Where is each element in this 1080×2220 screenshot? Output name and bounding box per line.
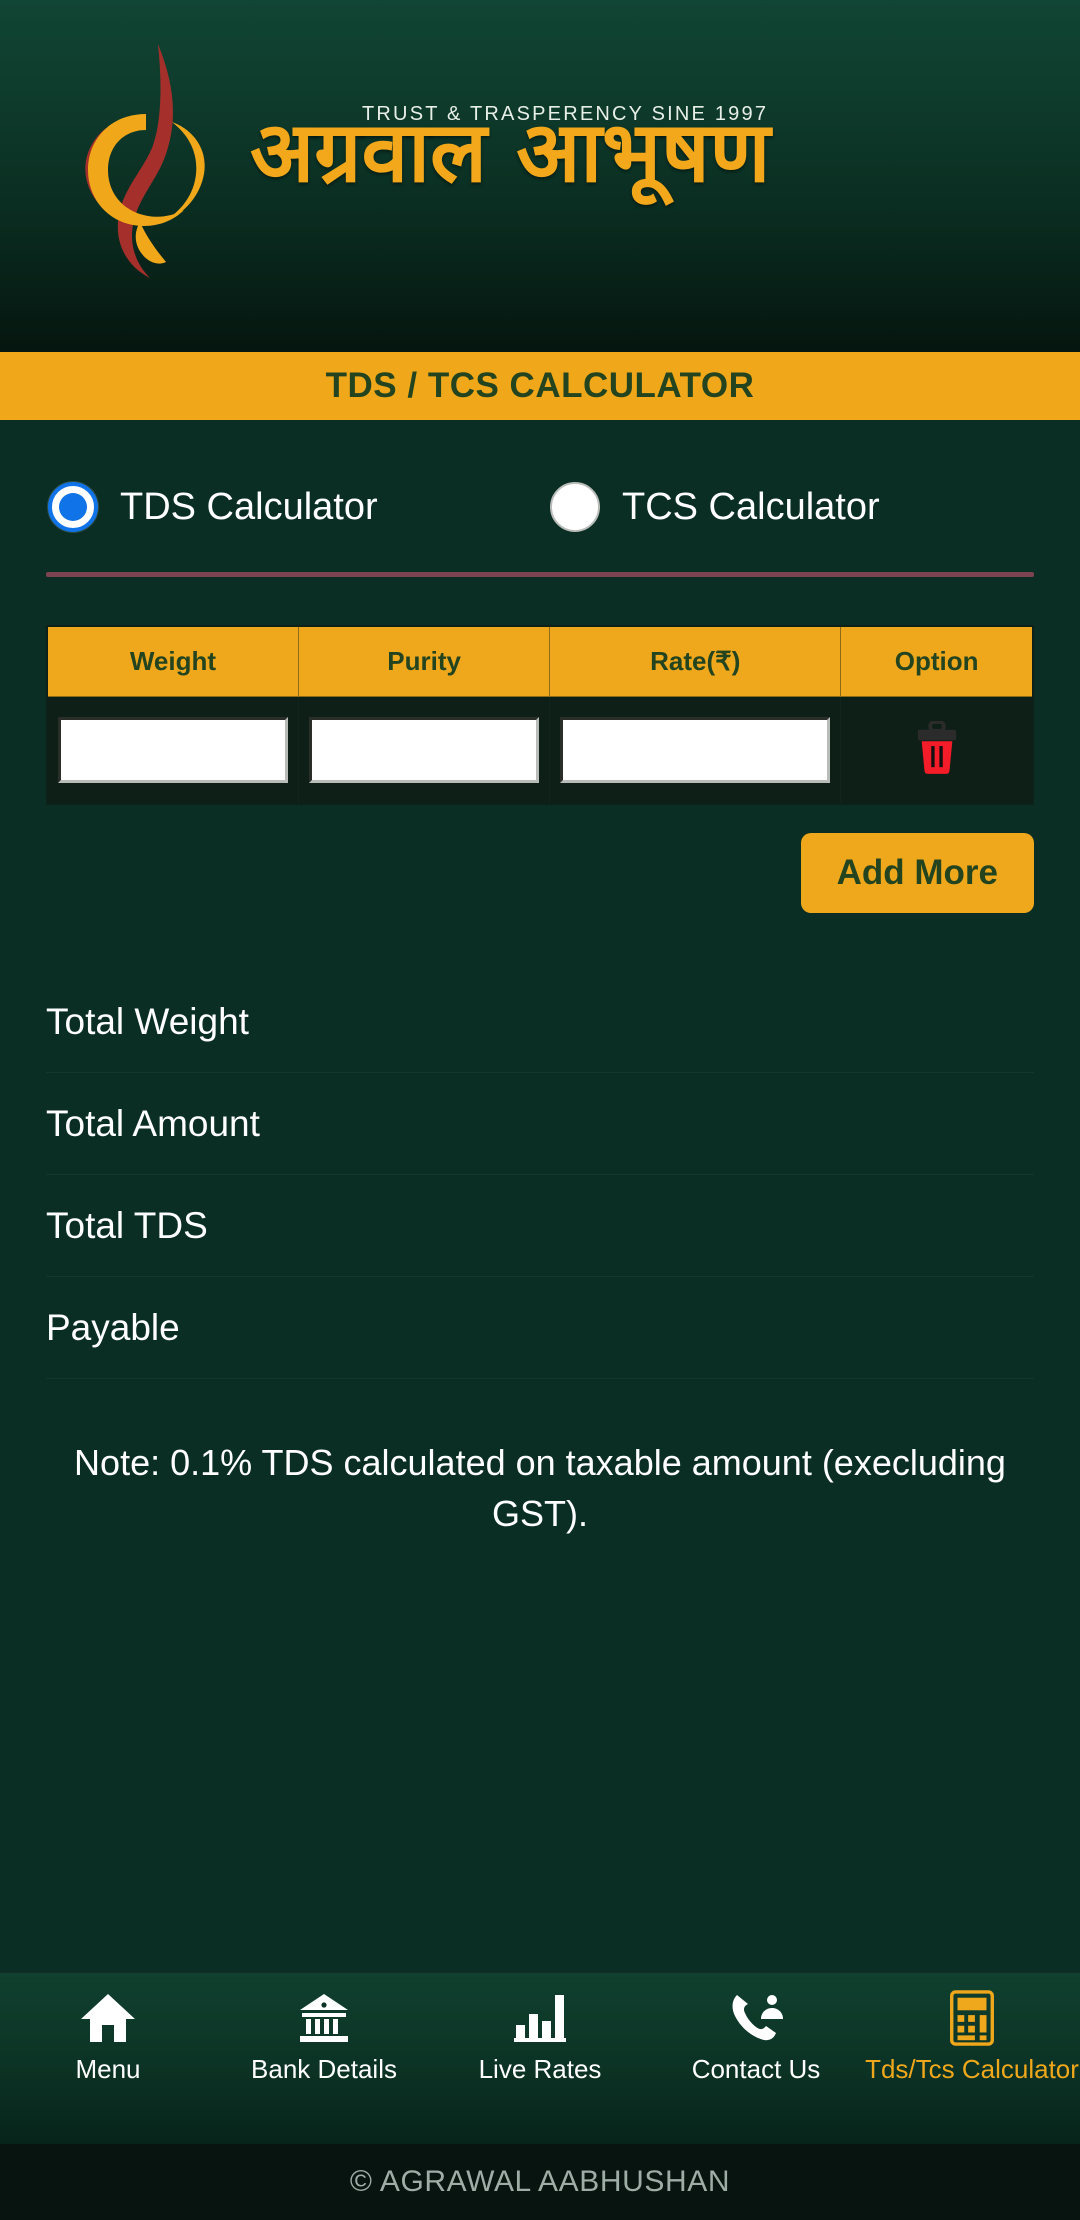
nav-item-live-rates[interactable]: Live Rates: [432, 1989, 648, 2084]
radio-tcs-indicator[interactable]: [550, 482, 600, 532]
app-root: TRUST & TRASPERENCY SINE 1997 अग्रवाल आभ…: [0, 0, 1080, 2220]
nav-item-contact-us[interactable]: Contact Us: [648, 1989, 864, 2084]
nav-label-bank-details: Bank Details: [251, 2054, 397, 2084]
page-title-bar: TDS / TCS CALCULATOR: [0, 352, 1080, 420]
footer-copyright: © AGRAWAL AABHUSHAN: [349, 2165, 731, 2198]
footer-bar: © AGRAWAL AABHUSHAN: [0, 2144, 1080, 2220]
nav-label-contact-us: Contact Us: [691, 2054, 821, 2084]
main-content: TDS Calculator TCS Calculator Weight Pur…: [0, 420, 1080, 1972]
cell-purity: [297, 695, 551, 805]
tds-note: Note: 0.1% TDS calculated on taxable amo…: [74, 1442, 1006, 1535]
total-row-amount: Total Amount: [46, 1073, 1034, 1175]
calculator-icon: [947, 1989, 997, 2047]
weight-input[interactable]: [58, 716, 288, 783]
column-header-option: Option: [840, 625, 1034, 697]
total-row-weight: Total Weight: [46, 971, 1034, 1073]
brand-name-hindi: अग्रवाल आभूषण: [250, 103, 771, 201]
payable-label: Payable: [46, 1306, 180, 1348]
cell-option: [840, 695, 1034, 805]
bank-icon: [296, 1989, 352, 2047]
total-row-tds: Total TDS: [46, 1175, 1034, 1277]
trash-icon: [914, 720, 960, 778]
radio-option-tcs[interactable]: TCS Calculator: [540, 482, 1034, 532]
add-more-row: Add More: [46, 833, 1034, 913]
totals-section: Total Weight Total Amount Total TDS Paya…: [46, 971, 1034, 1379]
header-banner: TRUST & TRASPERENCY SINE 1997 अग्रवाल आभ…: [0, 0, 1080, 352]
brand-lockup: TRUST & TRASPERENCY SINE 1997 अग्रवाल आभ…: [250, 62, 970, 252]
total-amount-label: Total Amount: [46, 1102, 260, 1144]
table-body: [46, 695, 1034, 805]
nav-item-tds-tcs-calculator[interactable]: Tds/Tcs Calculator: [864, 1989, 1080, 2084]
nav-label-menu: Menu: [75, 2054, 141, 2084]
radio-tds-label: TDS Calculator: [120, 485, 378, 528]
table-header-row: Weight Purity Rate(₹) Option: [46, 625, 1034, 697]
cell-rate: [549, 695, 842, 805]
total-row-payable: Payable: [46, 1277, 1034, 1379]
nav-label-tds-tcs-calculator: Tds/Tcs Calculator: [865, 2054, 1079, 2084]
home-icon: [80, 1989, 136, 2047]
calculation-table: Weight Purity Rate(₹) Option: [46, 625, 1034, 805]
column-header-purity: Purity: [297, 625, 551, 697]
radio-tds-indicator[interactable]: [48, 482, 98, 532]
calculator-type-group: TDS Calculator TCS Calculator: [46, 420, 1034, 532]
bottom-navigation: Menu Bank Details Live Rates Contact Us …: [0, 1972, 1080, 2144]
delete-row-button[interactable]: [902, 710, 972, 790]
nav-item-menu[interactable]: Menu: [0, 1989, 216, 2084]
column-header-rate: Rate(₹): [549, 625, 842, 697]
rate-input[interactable]: [560, 716, 831, 783]
column-header-weight: Weight: [46, 625, 299, 697]
bar-chart-icon: [512, 1989, 568, 2047]
add-more-button[interactable]: Add More: [800, 833, 1034, 913]
table-header: Weight Purity Rate(₹) Option: [46, 625, 1034, 697]
total-tds-label: Total TDS: [46, 1204, 208, 1246]
purity-input[interactable]: [308, 716, 540, 783]
radio-tcs-label: TCS Calculator: [622, 485, 880, 528]
table-row: [46, 695, 1034, 805]
section-divider: [46, 572, 1034, 577]
phone-person-icon: [728, 1989, 784, 2047]
radio-option-tds[interactable]: TDS Calculator: [46, 482, 540, 532]
total-weight-label: Total Weight: [46, 1000, 249, 1042]
nav-item-bank-details[interactable]: Bank Details: [216, 1989, 432, 2084]
page-title: TDS / TCS CALCULATOR: [325, 366, 755, 405]
nav-label-live-rates: Live Rates: [478, 2054, 602, 2084]
flame-swirl-logo-icon: [62, 36, 212, 286]
cell-weight: [46, 695, 299, 805]
